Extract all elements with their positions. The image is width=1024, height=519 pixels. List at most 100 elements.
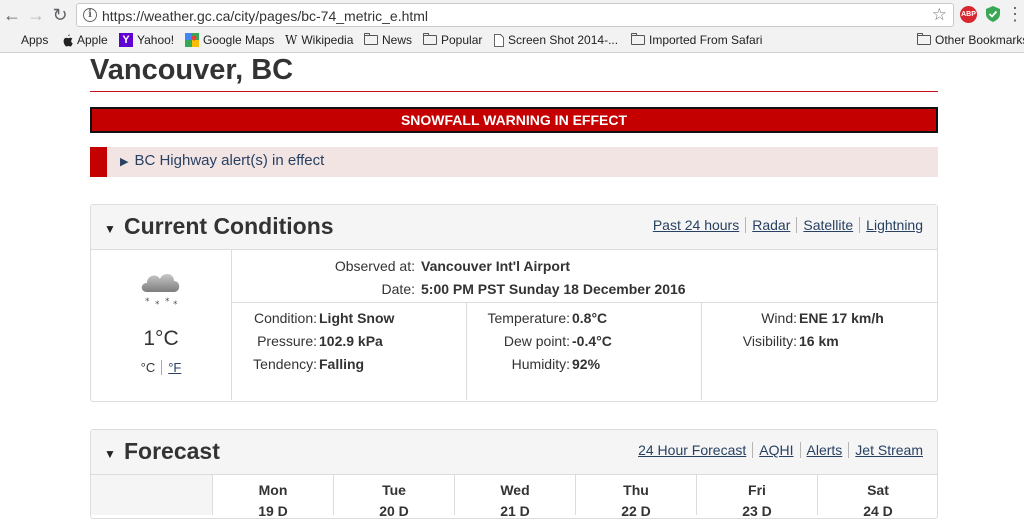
forecast-day: Sat 24 D <box>817 475 938 519</box>
forecast-day-date: 23 D <box>742 503 772 519</box>
forecast-day: Tue 20 D <box>333 475 454 519</box>
bookmark-imported-safari[interactable]: Imported From Safari <box>631 33 762 47</box>
link-jet-stream[interactable]: Jet Stream <box>848 442 929 458</box>
forecast-day-name: Fri <box>748 482 766 498</box>
link-radar[interactable]: Radar <box>745 217 796 233</box>
observation-block: Observed at: Vancouver Int'l Airport Date… <box>232 250 937 303</box>
svg-text:*: * <box>145 297 150 307</box>
pressure-label: Pressure: <box>257 333 317 349</box>
temperature-value: 0.8°C <box>572 310 608 326</box>
link-24-hour-forecast[interactable]: 24 Hour Forecast <box>632 442 752 458</box>
bookmark-popular[interactable]: Popular <box>423 33 482 47</box>
back-arrow-icon[interactable]: ← <box>2 5 22 25</box>
highway-alert-text: BC Highway alert(s) in effect <box>134 152 325 169</box>
collapse-triangle-icon[interactable]: ▼ <box>104 447 116 461</box>
temperature-label: Temperature: <box>487 310 570 326</box>
bookmark-other[interactable]: Other Bookmarks <box>917 33 1024 47</box>
pressure-value: 102.9 kPa <box>319 333 383 349</box>
svg-text:*: * <box>173 300 178 310</box>
menu-icon[interactable]: ⋮ <box>1006 4 1024 24</box>
link-past-24-hours[interactable]: Past 24 hours <box>647 217 745 233</box>
bookmark-star-icon[interactable]: ☆ <box>932 5 947 25</box>
bookmark-apps[interactable]: Apps <box>5 33 48 47</box>
bookmark-label: News <box>382 33 413 47</box>
tendency-label: Tendency: <box>253 356 317 372</box>
date-label: Date: <box>381 281 415 297</box>
browser-toolbar: ← → ↻ i https://weather.gc.ca/city/pages… <box>0 0 1024 30</box>
forecast-day-name: Wed <box>500 482 530 498</box>
bookmark-label: Other Bookmarks <box>935 33 1024 47</box>
humidity-value: 92% <box>572 356 601 372</box>
shield-icon[interactable] <box>986 6 1000 22</box>
humidity-label: Humidity: <box>511 356 570 372</box>
current-conditions-header[interactable]: ▼ Current Conditions Past 24 hours Radar… <box>91 205 937 250</box>
svg-text:*: * <box>165 297 170 307</box>
highway-alert-link[interactable]: ▶ BC Highway alert(s) in effect <box>120 152 324 169</box>
bookmarks-bar: Apps Apple Y Yahoo! Google Maps W Wikipe… <box>0 30 1024 53</box>
snow-cloud-icon: * * * * <box>141 273 180 310</box>
forecast-day: Mon 19 D <box>212 475 333 519</box>
observed-label: Observed at: <box>334 258 415 274</box>
bookmark-news[interactable]: News <box>364 33 412 47</box>
folder-icon <box>631 33 645 45</box>
link-satellite[interactable]: Satellite <box>796 217 859 233</box>
observed-row: Observed at: Vancouver Int'l Airport <box>232 258 570 274</box>
forecast-day-name: Mon <box>258 482 288 498</box>
link-alerts[interactable]: Alerts <box>799 442 849 458</box>
forecast-header[interactable]: ▼ Forecast 24 Hour Forecast AQHI Alerts … <box>91 430 937 475</box>
info-icon[interactable]: i <box>83 8 97 22</box>
collapse-triangle-icon[interactable]: ▼ <box>104 222 116 236</box>
forecast-day-date: 21 D <box>500 503 530 519</box>
link-lightning[interactable]: Lightning <box>859 217 929 233</box>
forecast-day: Thu 22 D <box>575 475 696 519</box>
wind-label: Wind: <box>761 310 797 326</box>
page-title: Vancouver, BC <box>90 54 294 86</box>
forecast-day-name: Tue <box>382 482 406 498</box>
bookmark-wikipedia[interactable]: W Wikipedia <box>285 33 353 47</box>
visibility-label: Visibility: <box>742 333 797 349</box>
bookmark-screenshot[interactable]: Screen Shot 2014-... <box>494 33 618 47</box>
date-row: Date: 5:00 PM PST Sunday 18 December 2016 <box>232 281 686 297</box>
bookmark-label: Screen Shot 2014-... <box>508 33 619 47</box>
folder-icon <box>364 33 378 45</box>
reload-icon[interactable]: ↻ <box>50 5 70 25</box>
bookmark-label: Popular <box>441 33 483 47</box>
bookmark-apple[interactable]: Apple <box>62 33 108 47</box>
address-bar[interactable]: i https://weather.gc.ca/city/pages/bc-74… <box>76 3 954 27</box>
forecast-links: 24 Hour Forecast AQHI Alerts Jet Stream <box>632 442 929 458</box>
link-aqhi[interactable]: AQHI <box>752 442 799 458</box>
current-temp-block: * * * * 1°C °C °F <box>91 250 232 400</box>
svg-text:*: * <box>155 300 160 310</box>
dewpoint-value: -0.4°C <box>572 333 612 349</box>
url-text[interactable]: https://weather.gc.ca/city/pages/bc-74_m… <box>102 8 428 24</box>
forward-arrow-icon[interactable]: → <box>26 5 46 25</box>
forecast-day: Wed 21 D <box>454 475 575 519</box>
forecast-day: Fri 23 D <box>696 475 817 519</box>
wind-value: ENE 17 km/h <box>799 310 884 326</box>
apple-icon <box>63 34 73 46</box>
forecast-day-date: 22 D <box>621 503 651 519</box>
forecast-day-date: 20 D <box>379 503 409 519</box>
unit-fahrenheit-link[interactable]: °F <box>162 360 181 375</box>
bookmark-label: Imported From Safari <box>649 33 763 47</box>
folder-icon <box>917 33 931 45</box>
folder-icon <box>423 33 437 45</box>
forecast-heading: Forecast <box>124 438 220 464</box>
bookmark-google-maps[interactable]: Google Maps <box>185 33 274 47</box>
current-conditions-links: Past 24 hours Radar Satellite Lightning <box>647 217 929 233</box>
date-value: 5:00 PM PST Sunday 18 December 2016 <box>421 281 686 297</box>
conditions-column-1: Condition: Light Snow Pressure: 102.9 kPa … <box>232 303 467 400</box>
dewpoint-label: Dew point: <box>503 333 570 349</box>
conditions-column-3: Wind: ENE 17 km/h Visibility: 16 km <box>702 303 937 400</box>
forecast-day-date: 19 D <box>258 503 288 519</box>
bookmark-yahoo[interactable]: Y Yahoo! <box>119 33 174 47</box>
alert-marker <box>90 147 107 177</box>
bookmark-label: Apps <box>21 33 49 47</box>
forecast-day-name: Thu <box>623 482 649 498</box>
highway-alert-bar[interactable]: ▶ BC Highway alert(s) in effect <box>90 147 938 177</box>
page-icon <box>494 33 504 47</box>
unit-switch: °C °F <box>91 360 231 375</box>
current-conditions-panel: ▼ Current Conditions Past 24 hours Radar… <box>90 204 938 402</box>
adblock-icon[interactable]: ABP <box>960 6 977 23</box>
snowfall-warning-banner[interactable]: SNOWFALL WARNING IN EFFECT <box>90 107 938 133</box>
